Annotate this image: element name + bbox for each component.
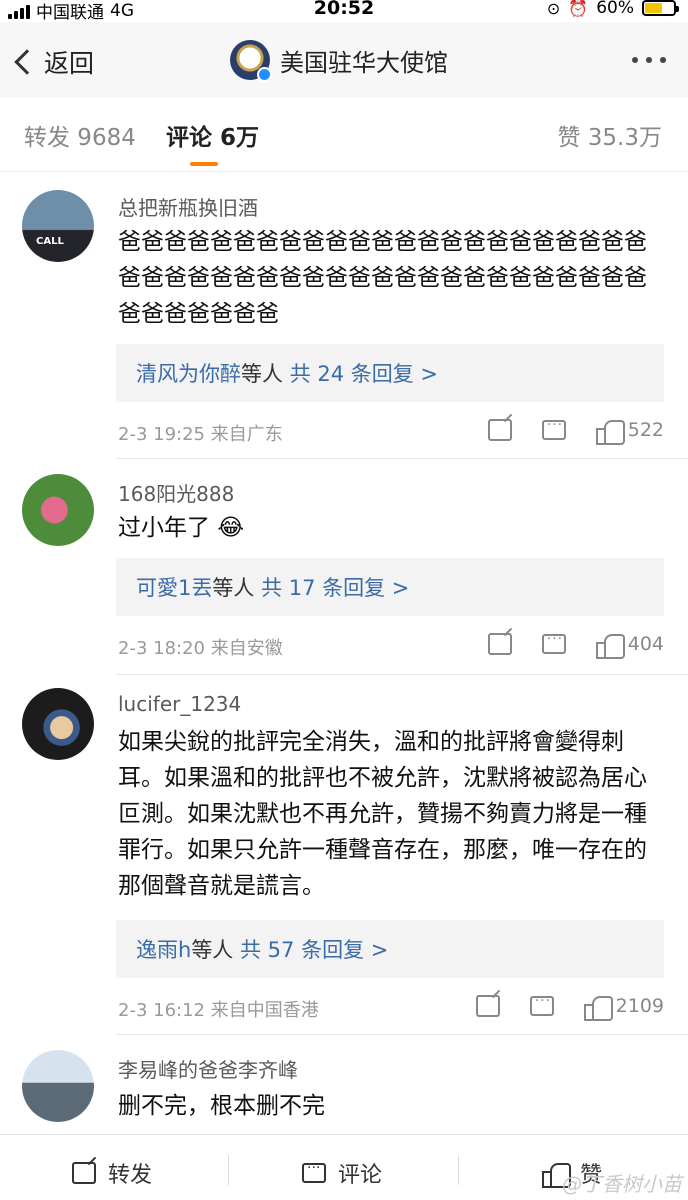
reply-summary[interactable]: 可愛1丟等人 共 17 条回复 >	[116, 558, 664, 616]
active-tab-indicator	[190, 162, 218, 166]
comment-actions: 522	[487, 417, 664, 445]
comment-text: 过小年了 😂	[118, 515, 245, 541]
comment-username[interactable]: 168阳光888	[118, 478, 234, 507]
battery-fill	[645, 3, 662, 13]
reply-summary-text: 可愛1丟等人 共 17 条回复 >	[136, 572, 409, 602]
like-button[interactable]: 2109	[583, 994, 664, 1021]
divider	[116, 458, 688, 459]
reply-count: 共 17 条回复 >	[261, 576, 410, 600]
comment-icon[interactable]	[541, 417, 566, 440]
tab-repost[interactable]: 转发 9684	[24, 118, 136, 152]
comment-item: 总把新瓶换旧酒 爸爸爸爸爸爸爸爸爸爸爸爸爸爸爸爸爸爸爸爸爸爸爸爸爸爸爸爸爸爸爸爸…	[0, 184, 688, 460]
avatar[interactable]	[22, 688, 94, 760]
embassy-avatar	[230, 40, 272, 82]
bottom-repost-label: 转发	[108, 1163, 153, 1188]
comment-item: lucifer_1234 如果尖銳的批評完全消失，溫和的批評將會變得刺耳。如果溫…	[0, 684, 688, 1036]
divider	[458, 1155, 459, 1185]
thumbs-up-icon	[583, 994, 613, 1021]
divider	[116, 1034, 688, 1035]
divider	[116, 674, 688, 675]
comment-meta: 2-3 16:12 来自中国香港	[118, 1000, 319, 1021]
avatar[interactable]	[22, 474, 94, 546]
rotation-lock-icon: ⊙	[546, 0, 561, 18]
alarm-icon: ⏰	[568, 0, 589, 18]
comment-text: 爸爸爸爸爸爸爸爸爸爸爸爸爸爸爸爸爸爸爸爸爸爸爸爸爸爸爸爸爸爸爸爸爸爸爸爸爸爸爸爸…	[118, 229, 647, 327]
reply-mid: 等人	[241, 362, 283, 386]
bottom-repost-button[interactable]: 转发	[72, 1157, 152, 1189]
back-label: 返回	[44, 49, 95, 78]
comment-icon[interactable]	[529, 993, 554, 1016]
nav-account[interactable]: 美国驻华大使馆	[230, 40, 448, 82]
comment-text: 删不完，根本删不完	[118, 1093, 325, 1119]
comment-text: 如果尖銳的批評完全消失，溫和的批評將會變得刺耳。如果溫和的批評也不被允許，沈默將…	[118, 729, 647, 899]
reply-summary[interactable]: 逸雨h等人 共 57 条回复 >	[116, 920, 664, 978]
tab-comment[interactable]: 评论 6万	[166, 118, 259, 152]
nav-bar: 返回 美国驻华大使馆	[0, 22, 688, 98]
status-bar: 中国联通 4G 20:52 ⊙ ⏰ 60%	[0, 0, 688, 23]
reply-summary-text: 清风为你醉等人 共 24 条回复 >	[136, 358, 438, 388]
comment-item: 168阳光888 过小年了 😂 可愛1丟等人 共 17 条回复 > 2-3 18…	[0, 470, 688, 675]
comment-username[interactable]: 李易峰的爸爸李齐峰	[118, 1054, 298, 1083]
bottom-comment-label: 评论	[338, 1163, 383, 1188]
comment-meta: 2-3 19:25 来自广东	[118, 424, 283, 445]
reply-users: 清风为你醉	[136, 362, 241, 386]
back-button[interactable]: 返回	[14, 44, 95, 80]
reply-users: 逸雨h	[136, 938, 192, 962]
divider	[228, 1155, 229, 1185]
reply-users: 可愛1丟	[136, 576, 213, 600]
reply-count: 共 57 条回复 >	[240, 938, 389, 962]
comment-item: 李易峰的爸爸李齐峰 删不完，根本删不完	[0, 1046, 688, 1134]
battery-label: 60%	[596, 0, 634, 18]
comment-username[interactable]: 总把新瓶换旧酒	[118, 192, 258, 221]
like-button[interactable]: 404	[595, 632, 664, 659]
reply-count: 共 24 条回复 >	[289, 362, 439, 386]
share-icon[interactable]	[487, 419, 512, 441]
bottom-comment-button[interactable]: 评论	[302, 1157, 382, 1189]
like-count: 404	[627, 633, 664, 655]
more-options-icon[interactable]	[632, 57, 666, 63]
reply-mid: 等人	[212, 576, 255, 600]
like-count: 522	[627, 419, 664, 441]
like-button[interactable]: 522	[595, 418, 664, 445]
status-right: ⊙ ⏰ 60%	[546, 0, 679, 18]
like-count: 2109	[615, 995, 664, 1017]
chevron-left-icon	[14, 49, 40, 75]
tab-bar: 转发 9684 评论 6万 赞 35.3万	[0, 98, 688, 172]
thumbs-up-icon	[595, 418, 625, 445]
share-icon[interactable]	[475, 995, 500, 1017]
comment-actions: 2109	[475, 993, 664, 1021]
comment-icon	[302, 1160, 326, 1183]
thumbs-up-icon	[595, 632, 625, 659]
tab-like[interactable]: 赞 35.3万	[557, 118, 662, 152]
page-title: 美国驻华大使馆	[280, 48, 448, 77]
comment-username[interactable]: lucifer_1234	[118, 692, 241, 716]
avatar[interactable]	[22, 1050, 94, 1122]
reply-summary-text: 逸雨h等人 共 57 条回复 >	[136, 934, 388, 964]
reply-mid: 等人	[191, 938, 234, 962]
comment-icon[interactable]	[541, 631, 566, 654]
watermark: @丁香树小苗	[562, 1172, 682, 1196]
battery-icon	[642, 0, 679, 16]
share-icon	[72, 1162, 96, 1184]
comment-actions: 404	[487, 631, 664, 659]
comment-meta: 2-3 18:20 来自安徽	[118, 638, 283, 659]
verified-badge-icon	[257, 67, 272, 82]
reply-summary[interactable]: 清风为你醉等人 共 24 条回复 >	[116, 344, 664, 402]
avatar[interactable]	[22, 190, 94, 262]
share-icon[interactable]	[487, 633, 512, 655]
